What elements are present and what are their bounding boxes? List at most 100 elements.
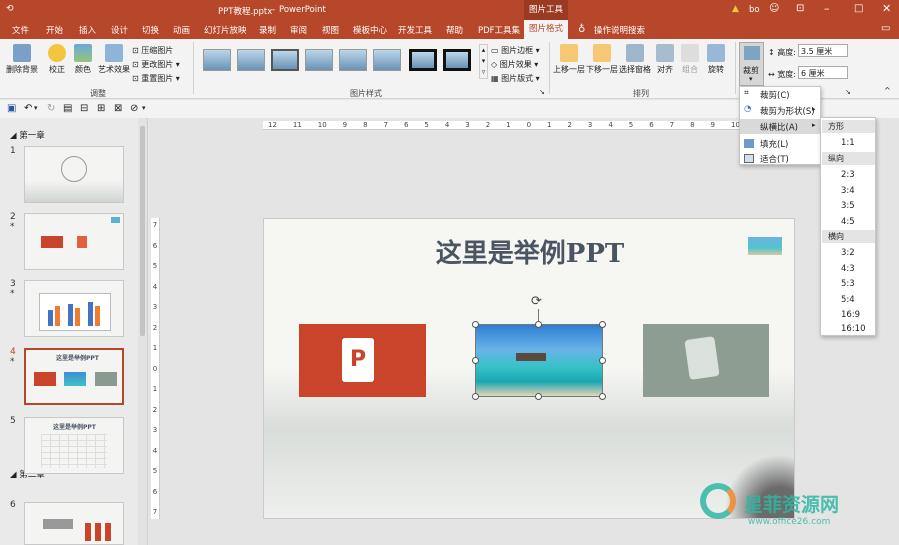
- tab-pdf[interactable]: PDF工具集: [478, 24, 520, 36]
- slide-title[interactable]: 这里是举例PPT: [264, 233, 794, 270]
- rotate-handle-icon[interactable]: ⟳: [531, 294, 542, 309]
- tell-me-search[interactable]: 操作说明搜索: [594, 24, 645, 36]
- ratio-option[interactable]: 4:5: [841, 217, 855, 227]
- ruler-icon[interactable]: ⊟: [80, 103, 88, 114]
- undo-icon[interactable]: ↶: [24, 103, 32, 114]
- menu-item-crop-to-shape[interactable]: ◔ 裁剪为形状(S) ▸: [740, 103, 820, 117]
- small-beach-image[interactable]: [748, 237, 782, 255]
- tab-home[interactable]: 开始: [46, 24, 63, 36]
- crop-button[interactable]: 裁剪 ▾: [739, 42, 764, 86]
- slide-thumbnail[interactable]: [24, 213, 124, 270]
- slide-thumbnail[interactable]: [24, 502, 124, 545]
- resize-handle[interactable]: [535, 393, 542, 400]
- size-launcher-icon[interactable]: ↘: [845, 88, 851, 96]
- menu-item-crop[interactable]: ⌗ 裁剪(C): [740, 87, 820, 101]
- tab-design[interactable]: 设计: [111, 24, 128, 36]
- redo-icon[interactable]: ↻: [47, 103, 55, 114]
- grey-logo-image[interactable]: [643, 324, 769, 397]
- tab-developer[interactable]: 开发工具: [398, 24, 432, 36]
- minimize-icon[interactable]: –: [824, 2, 830, 15]
- resize-handle[interactable]: [599, 357, 606, 364]
- ratio-option[interactable]: 3:2: [841, 248, 855, 258]
- tab-template[interactable]: 模板中心: [353, 24, 387, 36]
- remove-background-button[interactable]: 删除背景: [6, 44, 38, 75]
- style-thumb[interactable]: [339, 49, 367, 71]
- change-picture-button[interactable]: ⊡ 更改图片 ▾: [132, 59, 180, 70]
- send-backward-button[interactable]: 下移一层: [586, 44, 618, 75]
- tab-transitions[interactable]: 切换: [142, 24, 159, 36]
- autosave-icon[interactable]: ⟲: [6, 4, 14, 14]
- ratio-option[interactable]: 16:10: [841, 324, 866, 334]
- slide-thumbnail[interactable]: 这里是举例PPT: [24, 417, 124, 474]
- user-name[interactable]: bo: [749, 5, 760, 15]
- artistic-effects-button[interactable]: 艺术效果: [98, 44, 130, 75]
- customize-qat-icon[interactable]: ▾: [142, 104, 146, 112]
- section-header[interactable]: ◢ 第一章: [10, 129, 45, 141]
- ratio-option[interactable]: 5:3: [841, 279, 855, 289]
- style-thumb[interactable]: [373, 49, 401, 71]
- align-button[interactable]: 对齐: [656, 44, 674, 75]
- menu-item-fit[interactable]: 适合(T): [740, 151, 820, 165]
- resize-handle[interactable]: [472, 321, 479, 328]
- group-button[interactable]: 组合: [681, 44, 699, 75]
- horizontal-ruler[interactable]: 1211109876543210123456789101112: [263, 121, 795, 130]
- resize-handle[interactable]: [472, 393, 479, 400]
- ratio-option[interactable]: 2:3: [841, 170, 855, 180]
- thumbnail-scrollbar[interactable]: [138, 118, 147, 545]
- tab-insert[interactable]: 插入: [79, 24, 96, 36]
- style-thumb[interactable]: [443, 49, 471, 71]
- rotate-button[interactable]: 旋转: [707, 44, 725, 75]
- styles-launcher-icon[interactable]: ↘: [539, 88, 545, 96]
- format-painter-icon[interactable]: ⊘: [130, 103, 138, 114]
- ribbon-display-icon[interactable]: ⊡: [796, 3, 804, 14]
- style-thumb[interactable]: [203, 49, 231, 71]
- ratio-option[interactable]: 1:1: [841, 138, 855, 148]
- ratio-option[interactable]: 3:5: [841, 201, 855, 211]
- slide-thumbnail[interactable]: [24, 146, 124, 203]
- tab-help[interactable]: 帮助: [446, 24, 463, 36]
- warning-icon[interactable]: ▲: [732, 4, 739, 14]
- color-button[interactable]: 颜色: [74, 44, 92, 75]
- undo-dropdown-icon[interactable]: ▾: [34, 104, 38, 112]
- style-thumb[interactable]: [409, 49, 437, 71]
- user-icon[interactable]: ☺: [769, 3, 779, 14]
- style-thumb[interactable]: [305, 49, 333, 71]
- collapse-ribbon-icon[interactable]: ^: [884, 86, 891, 95]
- resize-handle[interactable]: [472, 357, 479, 364]
- tab-file[interactable]: 文件: [12, 24, 29, 36]
- slide-thumbnail-active[interactable]: 这里是举例PPT: [24, 348, 124, 405]
- style-thumb[interactable]: [271, 49, 299, 71]
- tab-picture-format[interactable]: 图片格式: [524, 20, 568, 39]
- tab-view[interactable]: 视图: [322, 24, 339, 36]
- tab-slideshow[interactable]: 幻灯片放映: [204, 24, 247, 36]
- menu-item-fill[interactable]: 填充(L): [740, 136, 820, 150]
- ratio-option[interactable]: 16:9: [841, 310, 860, 320]
- gallery-scroll-icon[interactable]: ▴ ▾ ▿: [479, 44, 488, 79]
- corrections-button[interactable]: 校正: [48, 44, 66, 75]
- powerpoint-logo-image[interactable]: P: [299, 324, 426, 397]
- picture-border-button[interactable]: ▭ 图片边框 ▾: [491, 45, 540, 56]
- touch-mode-icon[interactable]: ⊠: [114, 103, 122, 114]
- bring-forward-button[interactable]: 上移一层: [553, 44, 585, 75]
- vertical-ruler[interactable]: 7 6 5 4 3 2 1 0 1 2 3 4 5 6 7: [151, 218, 160, 519]
- comment-icon[interactable]: ▭: [881, 23, 890, 34]
- ratio-option[interactable]: 3:4: [841, 186, 855, 196]
- picture-styles-gallery[interactable]: [200, 46, 476, 76]
- selection-pane-button[interactable]: 选择窗格: [619, 44, 651, 75]
- tab-review[interactable]: 审阅: [290, 24, 307, 36]
- width-field[interactable]: 6 厘米: [798, 66, 848, 79]
- menu-item-aspect-ratio[interactable]: 纵横比(A) ▸: [740, 119, 820, 134]
- start-slideshow-icon[interactable]: ▤: [63, 103, 72, 114]
- style-thumb[interactable]: [237, 49, 265, 71]
- gridlines-icon[interactable]: ⊞: [97, 103, 105, 114]
- picture-layout-button[interactable]: ▦ 图片版式 ▾: [491, 73, 540, 84]
- resize-handle[interactable]: [599, 321, 606, 328]
- maximize-icon[interactable]: □: [854, 3, 863, 14]
- reset-picture-button[interactable]: ⊡ 重置图片 ▾: [132, 73, 180, 84]
- close-icon[interactable]: ✕: [882, 2, 891, 15]
- ratio-option[interactable]: 4:3: [841, 264, 855, 274]
- scrollbar-thumb[interactable]: [140, 126, 145, 336]
- picture-effects-button[interactable]: ◇ 图片效果 ▾: [491, 59, 538, 70]
- slide-thumbnail[interactable]: [24, 280, 124, 337]
- tab-record[interactable]: 录制: [259, 24, 276, 36]
